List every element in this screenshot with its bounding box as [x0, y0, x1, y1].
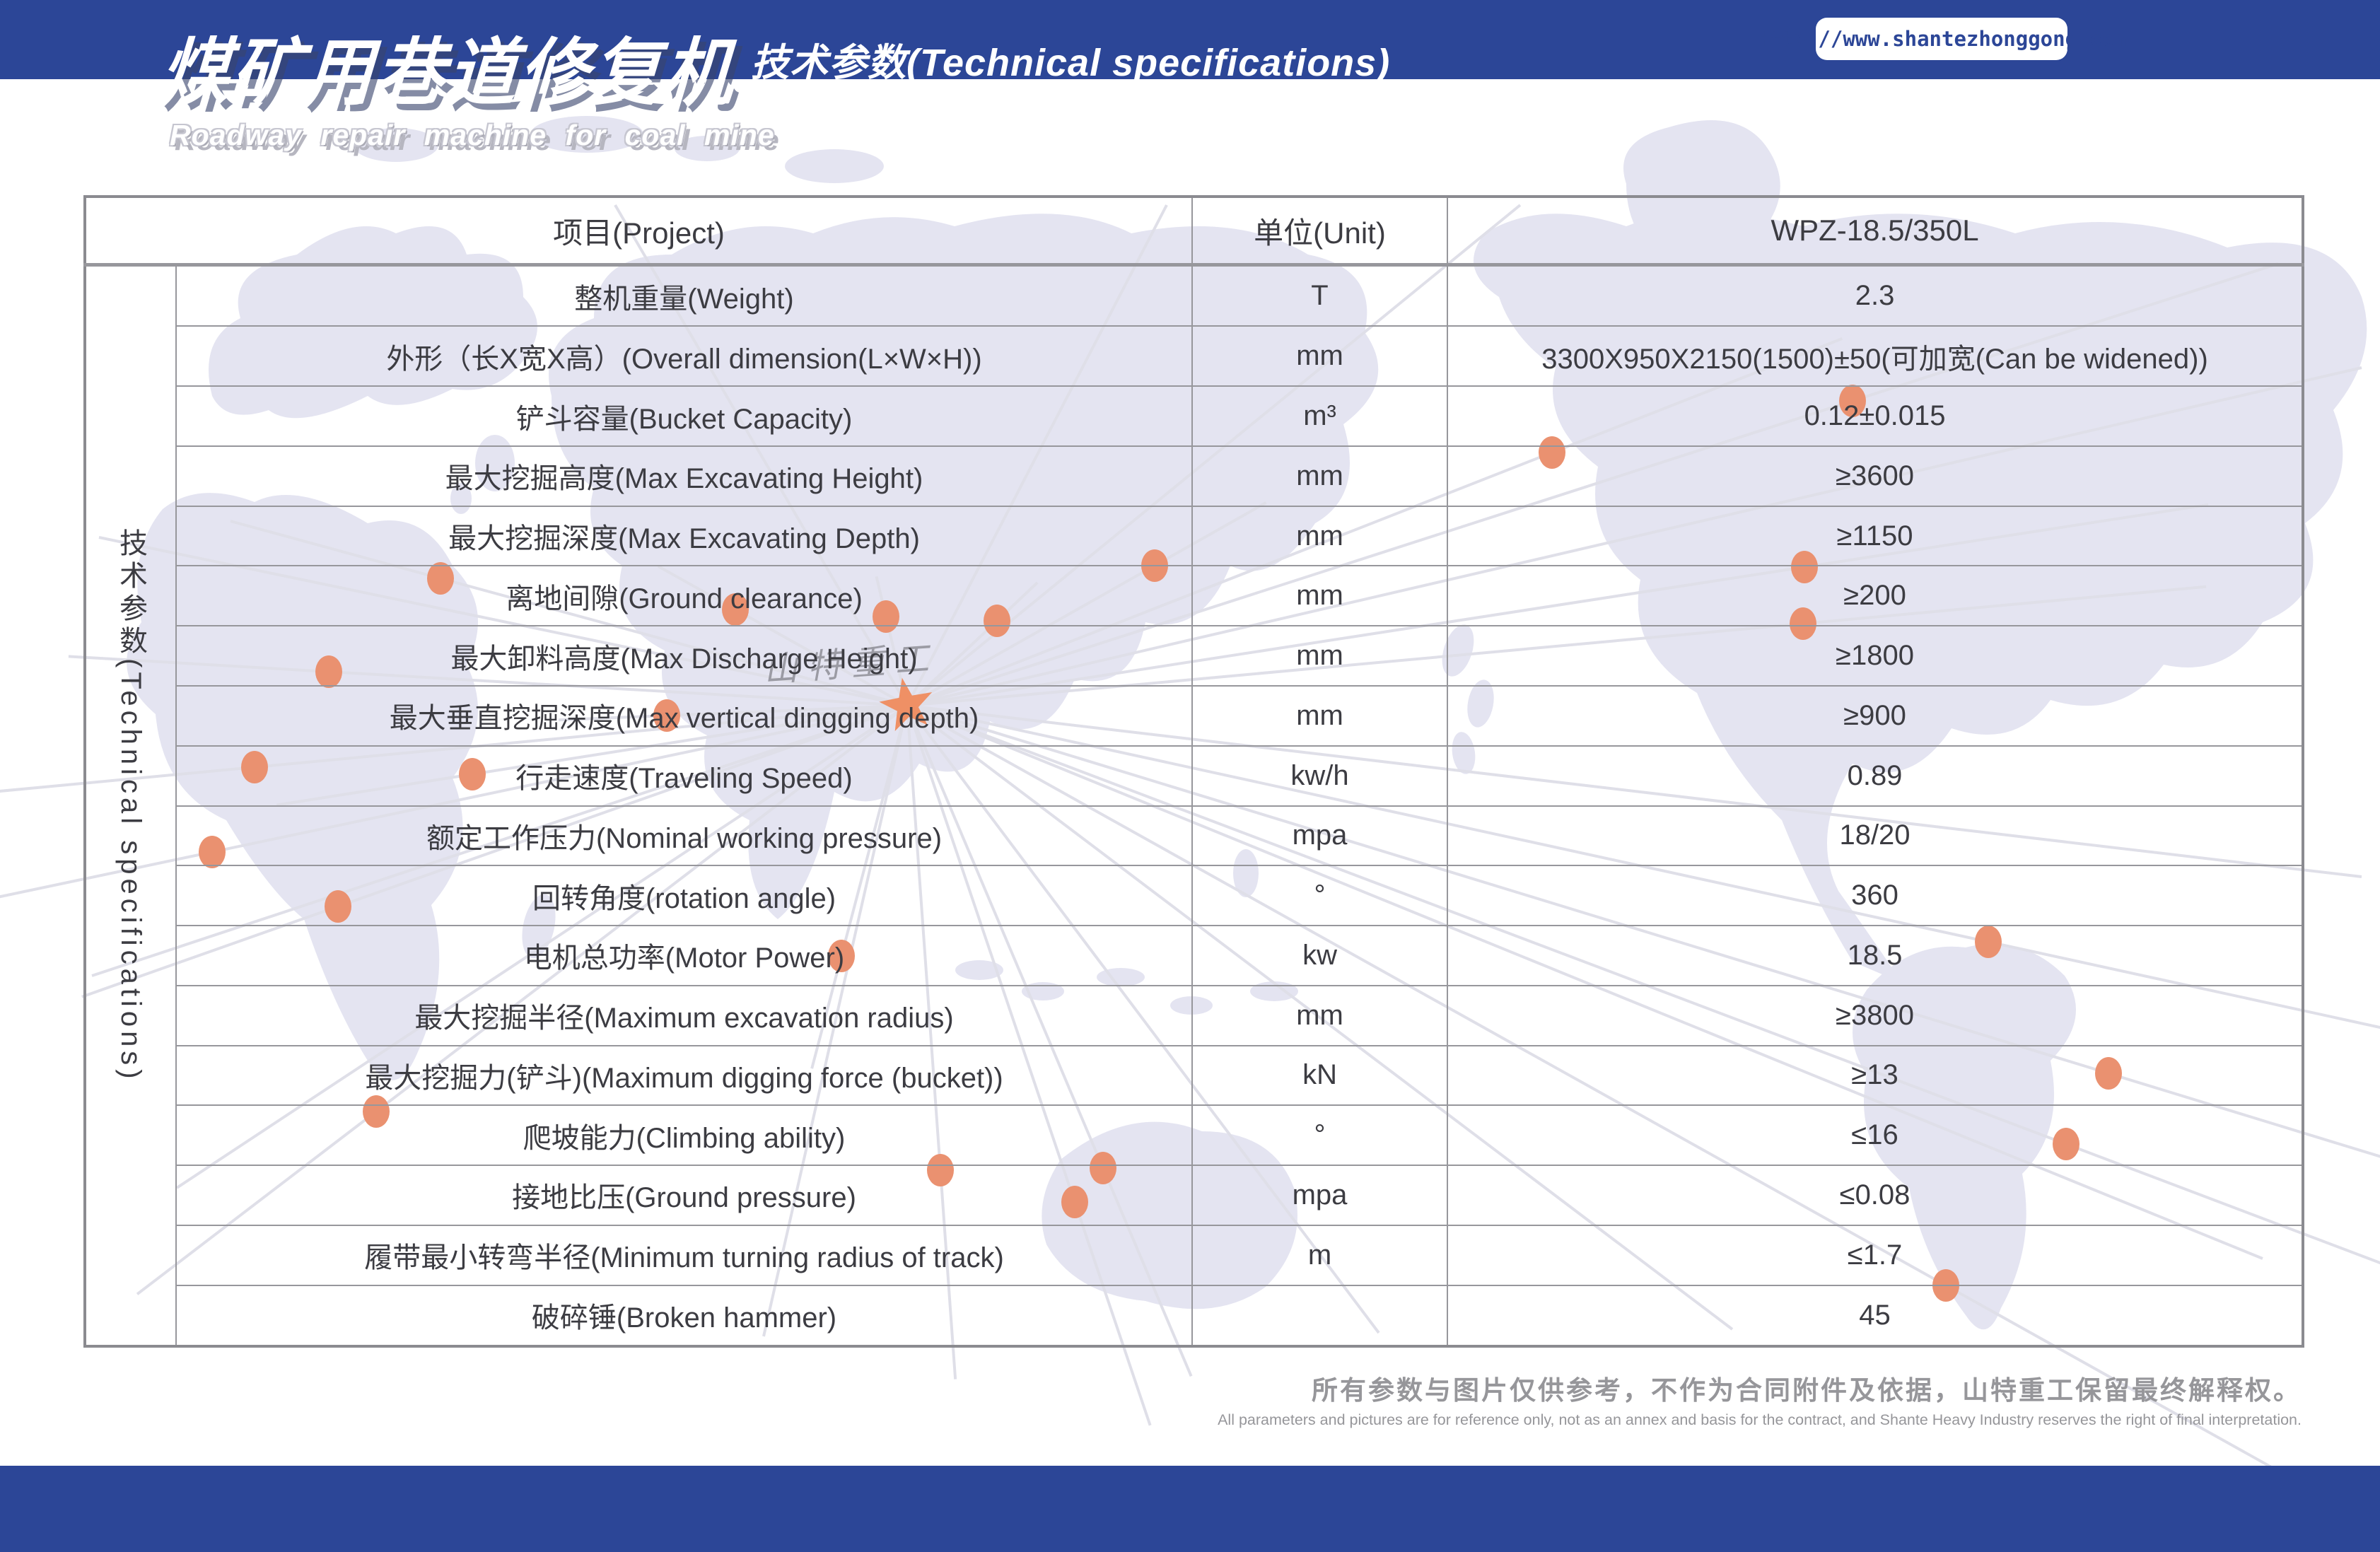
table-row: 技术参数(Technical specifications)整机重量(Weigh…: [85, 265, 2303, 327]
spec-label-cell: 电机总功率(Motor Power): [176, 926, 1192, 986]
website-link[interactable]: Http://www.shantezhonggong.com: [1816, 18, 2067, 60]
spec-value-cell: 0.89: [1447, 746, 2303, 806]
spec-label-cell: 最大卸料高度(Max Discharge Height): [176, 626, 1192, 686]
spec-unit-cell: mm: [1192, 506, 1447, 566]
spec-value-cell: 0.12±0.015: [1447, 386, 2303, 446]
spec-value-cell: ≥3800: [1447, 986, 2303, 1046]
table-row: 离地间隙(Ground clearance) mm ≥200: [85, 566, 2303, 626]
spec-sheet-page: 山特重工 煤矿用巷道修复机 Roadway repair machine for…: [0, 0, 2380, 1552]
spec-value-cell: ≥3600: [1447, 446, 2303, 506]
spec-label-cell: 离地间隙(Ground clearance): [176, 566, 1192, 626]
disclaimer-chinese: 所有参数与图片仅供参考，不作为合同附件及依据，山特重工保留最终解释权。: [1218, 1369, 2302, 1407]
spec-unit-cell: m³: [1192, 386, 1447, 446]
spec-value-cell: ≥900: [1447, 686, 2303, 746]
spec-unit-cell: mm: [1192, 986, 1447, 1046]
logo-english: Roadway repair machine for coal mine: [170, 119, 775, 152]
table-row: 外形（长X宽X高）(Overall dimension(L×W×H)) mm 3…: [85, 326, 2303, 386]
page-title: 技术参数(Technical specifications): [751, 31, 1390, 87]
spec-label-cell: 最大挖掘深度(Max Excavating Depth): [176, 506, 1192, 566]
spec-value-cell: ≥13: [1447, 1046, 2303, 1106]
spec-value-cell: ≥1150: [1447, 506, 2303, 566]
table-row: 破碎锤(Broken hammer) 45: [85, 1285, 2303, 1346]
spec-unit-cell: m: [1192, 1225, 1447, 1285]
header-project: 项目(Project): [85, 197, 1192, 265]
table-row: 行走速度(Traveling Speed) kw/h 0.89: [85, 746, 2303, 806]
table-row: 铲斗容量(Bucket Capacity) m³ 0.12±0.015: [85, 386, 2303, 446]
table-row: 最大挖掘高度(Max Excavating Height) mm ≥3600: [85, 446, 2303, 506]
spec-unit-cell: mm: [1192, 686, 1447, 746]
spec-unit-cell: T: [1192, 265, 1447, 327]
spec-value-cell: 18/20: [1447, 806, 2303, 866]
website-url-text: Http://www.shantezhonggong.com: [1756, 27, 2127, 51]
table-row: 爬坡能力(Climbing ability) ° ≤16: [85, 1105, 2303, 1165]
table-header-row: 项目(Project) 单位(Unit) WPZ-18.5/350L: [85, 197, 2303, 265]
spec-label-cell: 整机重量(Weight): [176, 265, 1192, 327]
spec-unit-cell: [1192, 1285, 1447, 1346]
spec-value-cell: 3300X950X2150(1500)±50(可加宽(Can be widene…: [1447, 326, 2303, 386]
spec-value-cell: ≥1800: [1447, 626, 2303, 686]
table-row: 额定工作压力(Nominal working pressure) mpa 18/…: [85, 806, 2303, 866]
table-row: 最大挖掘力(铲斗)(Maximum digging force (bucket)…: [85, 1046, 2303, 1106]
spec-label-cell: 最大挖掘半径(Maximum excavation radius): [176, 986, 1192, 1046]
spec-unit-cell: °: [1192, 1105, 1447, 1165]
spec-label-cell: 破碎锤(Broken hammer): [176, 1285, 1192, 1346]
spec-label-cell: 接地比压(Ground pressure): [176, 1165, 1192, 1225]
table-row: 最大挖掘深度(Max Excavating Depth) mm ≥1150: [85, 506, 2303, 566]
spec-label-cell: 铲斗容量(Bucket Capacity): [176, 386, 1192, 446]
spec-value-cell: 45: [1447, 1285, 2303, 1346]
spec-value-cell: 18.5: [1447, 926, 2303, 986]
header-unit: 单位(Unit): [1192, 197, 1447, 265]
spec-value-cell: ≤1.7: [1447, 1225, 2303, 1285]
table-row: 回转角度(rotation angle) ° 360: [85, 865, 2303, 926]
spec-label-cell: 履带最小转弯半径(Minimum turning radius of track…: [176, 1225, 1192, 1285]
spec-label-cell: 最大垂直挖掘深度(Max vertical dingging depth): [176, 686, 1192, 746]
spec-unit-cell: °: [1192, 865, 1447, 926]
spec-unit-cell: mm: [1192, 566, 1447, 626]
spec-label-cell: 最大挖掘力(铲斗)(Maximum digging force (bucket)…: [176, 1046, 1192, 1106]
spec-label-cell: 回转角度(rotation angle): [176, 865, 1192, 926]
spec-label-cell: 外形（长X宽X高）(Overall dimension(L×W×H)): [176, 326, 1192, 386]
spec-value-cell: 360: [1447, 865, 2303, 926]
spec-value-cell: 2.3: [1447, 265, 2303, 327]
spec-unit-cell: kw/h: [1192, 746, 1447, 806]
spec-unit-cell: kw: [1192, 926, 1447, 986]
spec-unit-cell: mpa: [1192, 1165, 1447, 1225]
table-row: 最大垂直挖掘深度(Max vertical dingging depth) mm…: [85, 686, 2303, 746]
disclaimer: 所有参数与图片仅供参考，不作为合同附件及依据，山特重工保留最终解释权。 All …: [1218, 1369, 2302, 1429]
header-model: WPZ-18.5/350L: [1447, 197, 2303, 265]
spec-value-cell: ≥200: [1447, 566, 2303, 626]
logo-chinese: 煤矿用巷道修复机: [157, 13, 738, 119]
spec-label-cell: 爬坡能力(Climbing ability): [176, 1105, 1192, 1165]
table-side-label: 技术参数(Technical specifications): [85, 265, 176, 1347]
spec-label-cell: 行走速度(Traveling Speed): [176, 746, 1192, 806]
table-row: 接地比压(Ground pressure) mpa ≤0.08: [85, 1165, 2303, 1225]
table-row: 电机总功率(Motor Power) kw 18.5: [85, 926, 2303, 986]
spec-unit-cell: mpa: [1192, 806, 1447, 866]
spec-table: 项目(Project) 单位(Unit) WPZ-18.5/350L 技术参数(…: [83, 195, 2304, 1348]
spec-value-cell: ≤0.08: [1447, 1165, 2303, 1225]
table-row: 最大挖掘半径(Maximum excavation radius) mm ≥38…: [85, 986, 2303, 1046]
spec-value-cell: ≤16: [1447, 1105, 2303, 1165]
spec-unit-cell: kN: [1192, 1046, 1447, 1106]
bottom-brand-bar: [0, 1466, 2380, 1552]
spec-label-cell: 额定工作压力(Nominal working pressure): [176, 806, 1192, 866]
table-row: 履带最小转弯半径(Minimum turning radius of track…: [85, 1225, 2303, 1285]
spec-label-cell: 最大挖掘高度(Max Excavating Height): [176, 446, 1192, 506]
spec-unit-cell: mm: [1192, 626, 1447, 686]
table-row: 最大卸料高度(Max Discharge Height) mm ≥1800: [85, 626, 2303, 686]
disclaimer-english: All parameters and pictures are for refe…: [1218, 1411, 2302, 1429]
spec-unit-cell: mm: [1192, 326, 1447, 386]
spec-unit-cell: mm: [1192, 446, 1447, 506]
